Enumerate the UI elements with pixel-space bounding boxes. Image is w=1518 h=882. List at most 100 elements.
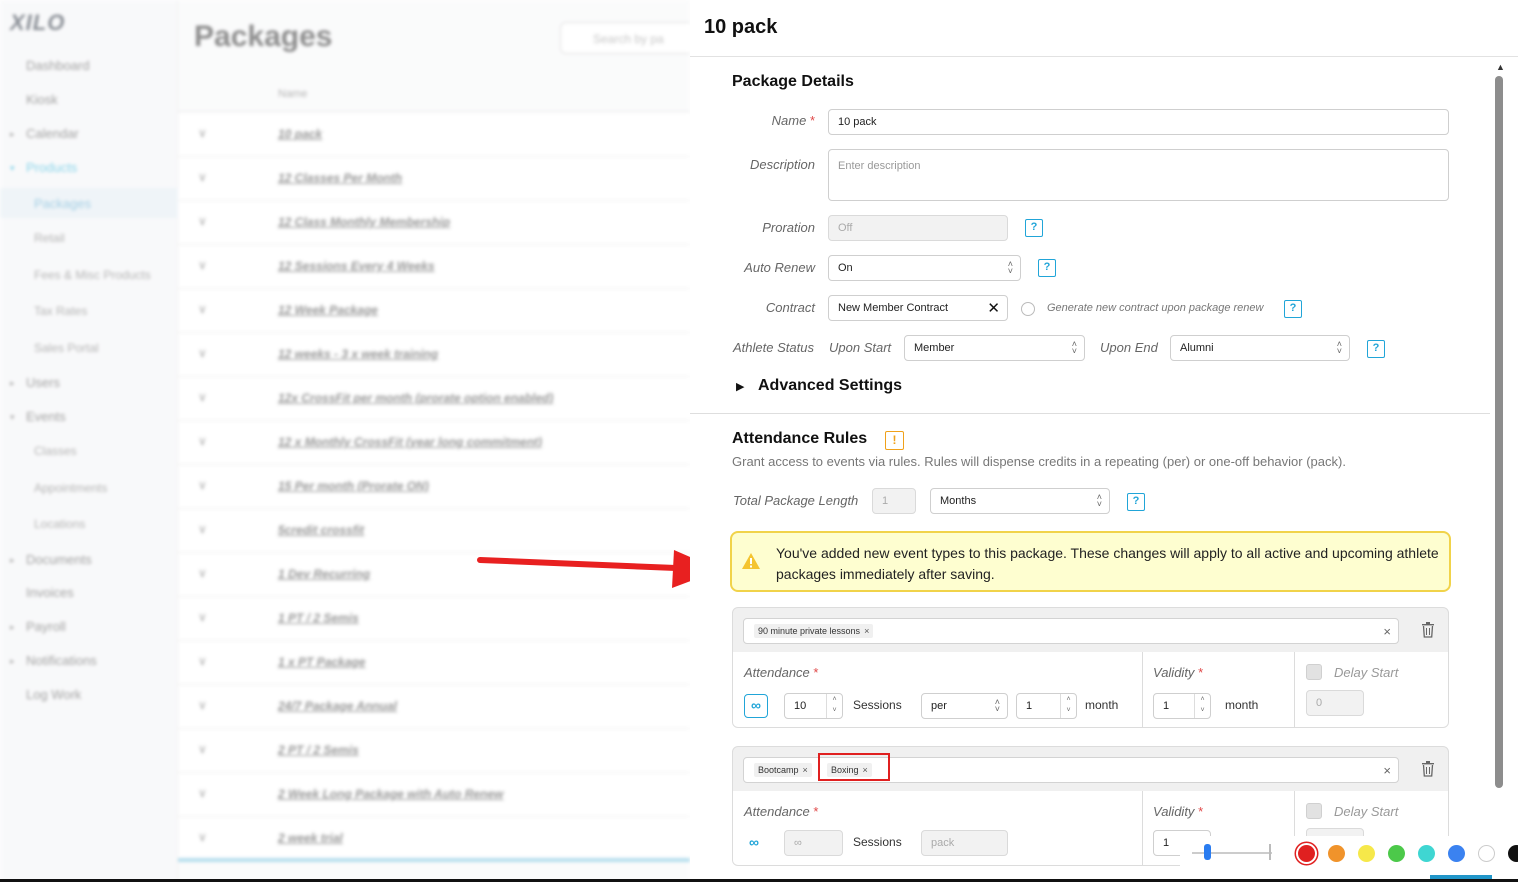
stepper-icon[interactable]: ˄ ˅ xyxy=(1194,694,1210,718)
auto-renew-select[interactable]: On ˄ ˅ xyxy=(828,255,1021,281)
chevron-down-icon[interactable]: ∨ xyxy=(198,390,207,404)
nav-products[interactable]: Products xyxy=(26,160,77,175)
package-name-link[interactable]: 2 PT / 2 Semis xyxy=(278,743,359,757)
color-swatch[interactable] xyxy=(1328,845,1345,862)
nav-users[interactable]: Users xyxy=(26,375,60,390)
chevron-down-icon[interactable]: ∨ xyxy=(198,698,207,712)
nav-calendar[interactable]: Calendar xyxy=(26,126,79,141)
table-row[interactable]: ∨ 1 PT / 2 Semis xyxy=(178,597,690,641)
color-swatch[interactable] xyxy=(1478,845,1495,862)
color-swatch[interactable] xyxy=(1508,845,1518,862)
package-name-link[interactable]: 10 pack xyxy=(278,127,322,141)
nav-payroll[interactable]: Payroll xyxy=(26,619,66,634)
per-input[interactable]: 1 ˄ ˅ xyxy=(1016,693,1077,719)
nav-locations[interactable]: Locations xyxy=(34,517,85,531)
mode-select[interactable]: per ˄ ˅ xyxy=(921,693,1008,719)
contract-select[interactable]: New Member Contract ✕ xyxy=(828,295,1008,321)
chevron-down-icon[interactable]: ∨ xyxy=(198,522,207,536)
delay-start-checkbox[interactable] xyxy=(1306,803,1322,819)
event-types-select[interactable]: 90 minute private lessons × × xyxy=(743,618,1399,644)
package-name-link[interactable]: 1 PT / 2 Semis xyxy=(278,611,359,625)
chevron-down-icon[interactable]: ∨ xyxy=(198,742,207,756)
help-icon[interactable]: ? xyxy=(1367,340,1385,358)
table-row[interactable]: ∨ 1 x PT Package xyxy=(178,641,690,685)
color-swatch[interactable] xyxy=(1388,845,1405,862)
table-row[interactable]: ∨ 12x CrossFit per month (prorate option … xyxy=(178,377,690,421)
color-swatch[interactable] xyxy=(1298,845,1315,862)
help-icon[interactable]: ? xyxy=(1038,259,1056,277)
chevron-down-icon[interactable]: ∨ xyxy=(198,610,207,624)
chevron-down-icon[interactable]: ∨ xyxy=(198,786,207,800)
scroll-up-icon[interactable]: ▲ xyxy=(1496,62,1505,72)
table-row[interactable]: ∨ 2 PT / 2 Semis xyxy=(178,729,690,773)
package-name-link[interactable]: 12x CrossFit per month (prorate option e… xyxy=(278,391,553,405)
nav-appointments[interactable]: Appointments xyxy=(34,481,107,495)
package-name-link[interactable]: 15 Per month (Prorate ON) xyxy=(278,479,429,493)
warning-icon[interactable]: ! xyxy=(885,431,904,450)
nav-classes[interactable]: Classes xyxy=(34,444,77,458)
color-swatch[interactable] xyxy=(1358,845,1375,862)
table-row[interactable]: ∨ 12 Week Package xyxy=(178,289,690,333)
chevron-down-icon[interactable]: ∨ xyxy=(198,214,207,228)
delay-start-checkbox[interactable] xyxy=(1306,664,1322,680)
package-name-link[interactable]: 12 Week Package xyxy=(278,303,378,317)
table-row[interactable]: ∨ 12 x Monthly CrossFit (year long commit… xyxy=(178,421,690,465)
nav-notifications[interactable]: Notifications xyxy=(26,653,97,668)
remove-tag-icon[interactable]: × xyxy=(864,626,869,636)
clear-icon[interactable]: × xyxy=(1383,624,1391,639)
table-row[interactable]: ∨ 12 weeks - 3 x week training xyxy=(178,333,690,377)
search-input[interactable]: Search by pa xyxy=(560,22,690,54)
upon-end-select[interactable]: Alumni ˄ ˅ xyxy=(1170,335,1350,361)
chevron-down-icon[interactable]: ∨ xyxy=(198,830,207,844)
chevron-down-icon[interactable]: ∨ xyxy=(198,478,207,492)
infinity-toggle[interactable]: ∞ xyxy=(749,834,759,850)
package-name-link[interactable]: 12 x Monthly CrossFit (year long commitm… xyxy=(278,435,542,449)
package-name-link[interactable]: 1 x PT Package xyxy=(278,655,365,669)
trash-icon[interactable] xyxy=(1421,761,1435,777)
nav-events[interactable]: Events xyxy=(26,409,66,424)
color-swatch[interactable] xyxy=(1418,845,1435,862)
upon-start-select[interactable]: Member ˄ ˅ xyxy=(904,335,1085,361)
package-name-link[interactable]: 2 week trial xyxy=(278,831,343,845)
nav-sales-portal[interactable]: Sales Portal xyxy=(34,341,99,355)
table-row[interactable]: ∨ 12 Class Monthly Membership xyxy=(178,201,690,245)
chevron-down-icon[interactable]: ∨ xyxy=(198,434,207,448)
remove-tag-icon[interactable]: × xyxy=(803,765,808,775)
scroll-thumb[interactable] xyxy=(1495,76,1503,788)
nav-retail[interactable]: Retail xyxy=(34,231,65,245)
total-length-unit-select[interactable]: Months ˄ ˅ xyxy=(930,488,1110,514)
validity-input[interactable]: 1 ˄ ˅ xyxy=(1153,693,1211,719)
nav-tax-rates[interactable]: Tax Rates xyxy=(34,304,87,318)
save-button-edge[interactable] xyxy=(1430,875,1492,879)
nav-packages[interactable]: Packages xyxy=(0,188,178,218)
table-row[interactable]: ∨ 2 Week Long Package with Auto Renew xyxy=(178,773,690,817)
clear-icon[interactable]: × xyxy=(1383,763,1391,778)
package-name-link[interactable]: 5credit crossfit xyxy=(278,523,364,537)
table-row[interactable]: ∨ 24/7 Package Annual xyxy=(178,685,690,729)
help-icon[interactable]: ? xyxy=(1284,300,1302,318)
chevron-down-icon[interactable]: ∨ xyxy=(198,258,207,272)
table-row[interactable]: ∨ 12 Sessions Every 4 Weeks xyxy=(178,245,690,289)
package-name-link[interactable]: 2 Week Long Package with Auto Renew xyxy=(278,787,503,801)
slider-knob[interactable] xyxy=(1204,844,1211,860)
stepper-icon[interactable]: ˄ ˅ xyxy=(1060,694,1076,718)
nav-dashboard[interactable]: Dashboard xyxy=(26,58,90,73)
color-swatch[interactable] xyxy=(1448,845,1465,862)
package-name-link[interactable]: 12 Class Monthly Membership xyxy=(278,215,450,229)
trash-icon[interactable] xyxy=(1421,622,1435,638)
chevron-down-icon[interactable]: ∨ xyxy=(198,170,207,184)
chevron-down-icon[interactable]: ∨ xyxy=(198,346,207,360)
nav-documents[interactable]: Documents xyxy=(26,552,92,567)
table-row[interactable]: ∨ 5credit crossfit xyxy=(178,509,690,553)
scrollbar[interactable]: ▲ xyxy=(1493,60,1505,860)
help-icon[interactable]: ? xyxy=(1127,493,1145,511)
chevron-down-icon[interactable]: ∨ xyxy=(198,126,207,140)
stepper-icon[interactable]: ˄ ˅ xyxy=(826,694,842,718)
package-name-link[interactable]: 12 Sessions Every 4 Weeks xyxy=(278,259,435,273)
chevron-down-icon[interactable]: ∨ xyxy=(198,566,207,580)
advanced-settings-toggle[interactable]: Advanced Settings xyxy=(758,377,902,395)
infinity-toggle[interactable]: ∞ xyxy=(744,694,768,718)
clear-icon[interactable]: ✕ xyxy=(987,299,1000,317)
package-name-link[interactable]: 12 Classes Per Month xyxy=(278,171,402,185)
table-row[interactable]: ∨ 10 pack xyxy=(178,113,690,157)
